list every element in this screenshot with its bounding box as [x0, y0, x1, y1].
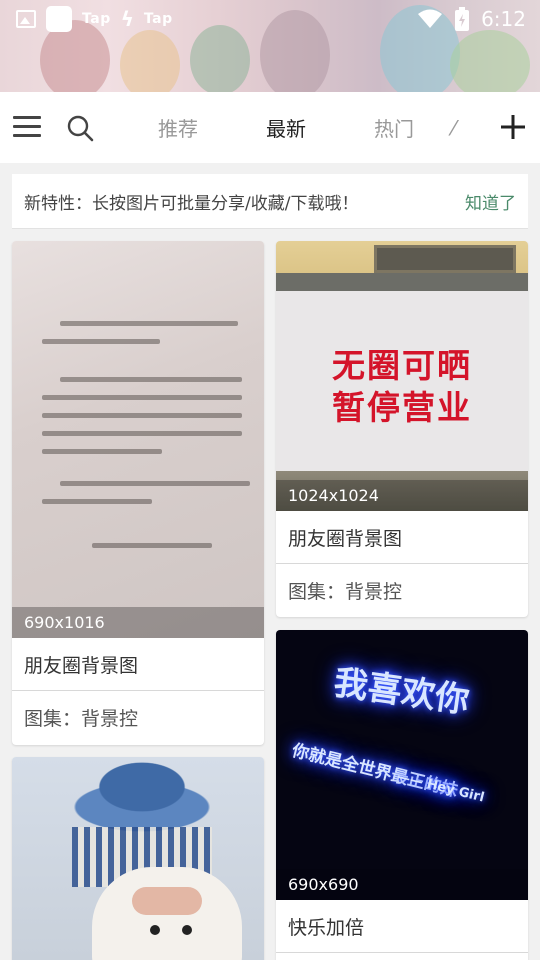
- app-notification-icon: [46, 6, 72, 32]
- image-card[interactable]: 我喜欢你 你就是全世界最正的妹 —— Hey Girl 690x690 快乐加倍: [276, 630, 528, 960]
- gallery-notification-icon: [16, 10, 36, 28]
- card-album[interactable]: 图集：背景控: [12, 691, 264, 744]
- card-title[interactable]: 朋友圈背景图: [276, 511, 528, 564]
- tap-notification-label-2: Tap: [143, 11, 173, 27]
- image-text-line-1: 我喜欢你: [331, 662, 472, 722]
- tap-notification-label: Tap: [82, 11, 111, 27]
- card-image[interactable]: 我喜欢你 你就是全世界最正的妹 —— Hey Girl 690x690: [276, 630, 528, 900]
- image-card[interactable]: 无圈可晒 暂停营业 1024x1024 朋友圈背景图 图集：背景控: [276, 241, 528, 617]
- category-tabs: 推荐 最新 热门 ⁄: [124, 92, 490, 163]
- tab-recommended[interactable]: 推荐: [124, 113, 232, 142]
- image-size-label: 690x1016: [12, 607, 264, 638]
- image-size-label: 1024x1024: [276, 480, 528, 511]
- card-image[interactable]: [12, 757, 264, 960]
- card-image[interactable]: 无圈可晒 暂停营业 1024x1024: [276, 241, 528, 511]
- image-text-line-2: 暂停营业: [332, 388, 472, 427]
- image-text-line-1: 无圈可晒: [332, 346, 472, 385]
- card-title[interactable]: 朋友圈背景图: [12, 638, 264, 691]
- tab-latest[interactable]: 最新: [232, 113, 340, 142]
- plus-icon[interactable]: [498, 112, 528, 142]
- image-card[interactable]: 690x1016 朋友圈背景图 图集：背景控: [12, 241, 264, 745]
- image-size-label: 690x690: [276, 869, 528, 900]
- image-card[interactable]: [12, 757, 264, 960]
- battery-icon: [455, 7, 470, 31]
- card-image[interactable]: 690x1016: [12, 241, 264, 638]
- clock: 6:12: [481, 7, 526, 31]
- tab-next-partial[interactable]: ⁄: [448, 116, 490, 140]
- wifi-icon: [418, 9, 443, 28]
- card-album[interactable]: 图集：背景控: [276, 564, 528, 617]
- feature-notice-bar: 新特性：长按图片可批量分享/收藏/下载哦！ 知道了: [12, 174, 528, 229]
- menu-icon[interactable]: [13, 116, 41, 138]
- flash-notification-icon: ϟ: [120, 7, 134, 31]
- top-nav-bar: 推荐 最新 热门 ⁄: [0, 92, 540, 163]
- status-bar: Tap ϟ Tap 6:12: [0, 0, 540, 92]
- notice-text: 新特性：长按图片可批量分享/收藏/下载哦！: [24, 193, 359, 214]
- tab-popular[interactable]: 热门: [340, 113, 448, 142]
- dismiss-notice-button[interactable]: 知道了: [465, 189, 516, 214]
- card-title[interactable]: 快乐加倍: [276, 900, 528, 953]
- search-icon[interactable]: [66, 114, 94, 142]
